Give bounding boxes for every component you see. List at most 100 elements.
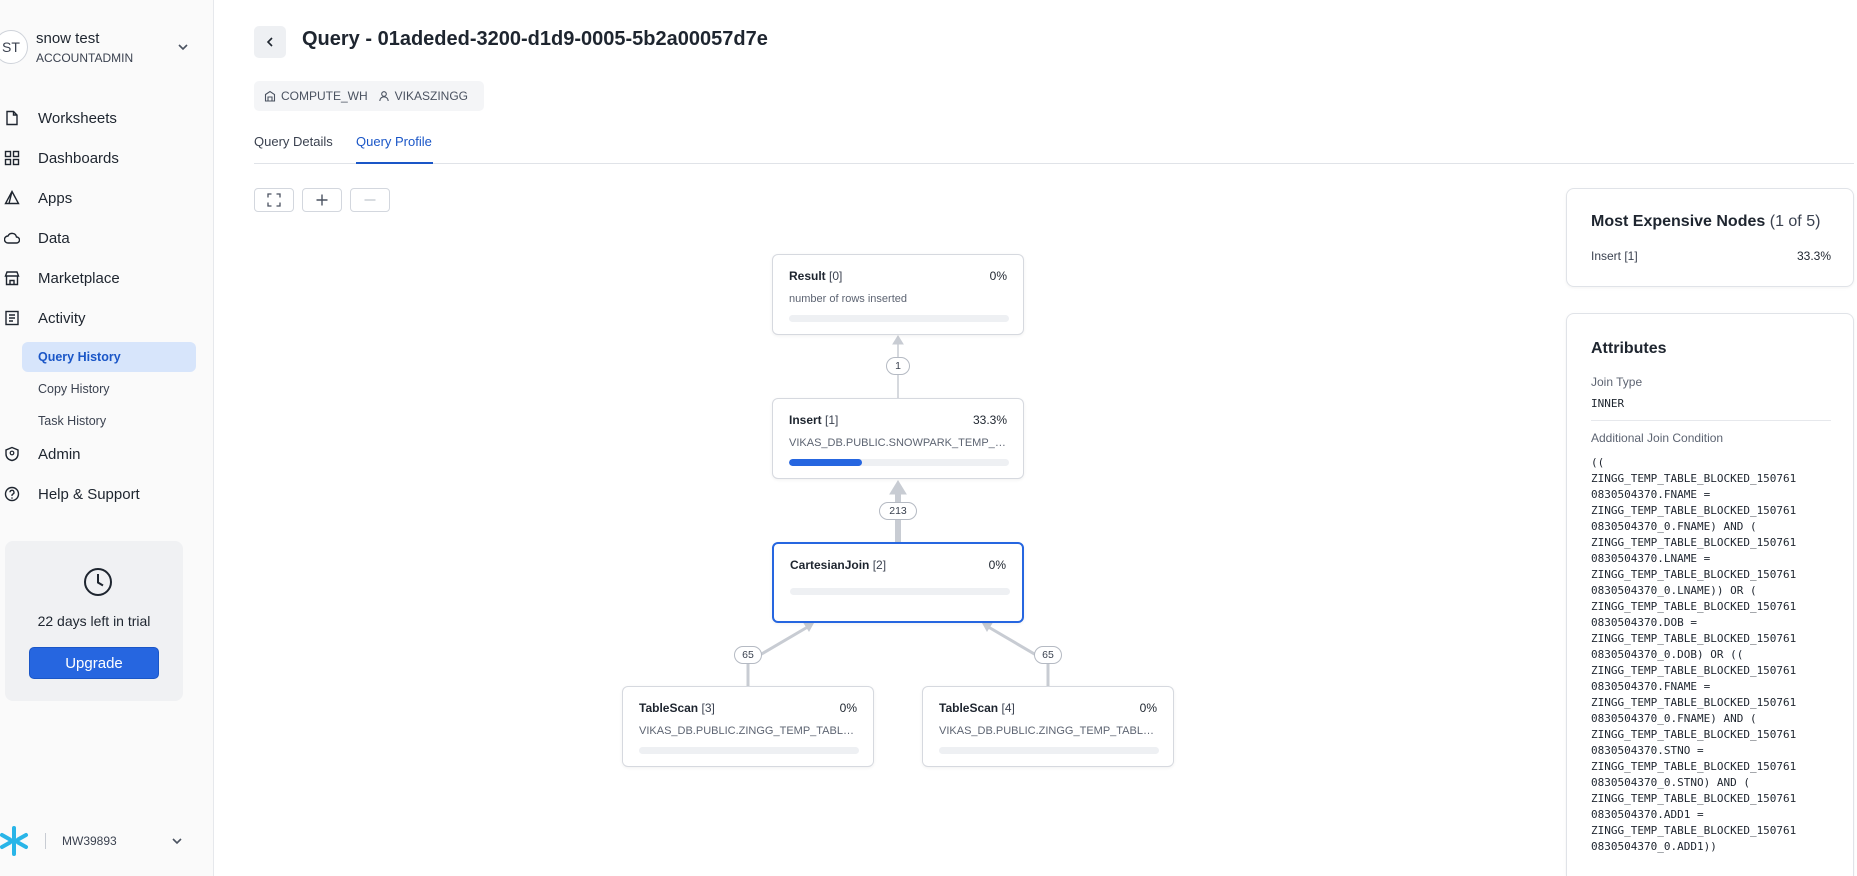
- sidebar-item-label: Admin: [38, 445, 81, 463]
- node-subtitle: number of rows inserted: [789, 293, 907, 305]
- zoom-out-button[interactable]: [350, 188, 390, 212]
- sidebar-item-task-history[interactable]: Task History: [22, 406, 196, 436]
- account-id: MW39893: [62, 834, 117, 848]
- divider: [1591, 420, 1831, 421]
- tab-query-profile[interactable]: Query Profile: [356, 134, 433, 164]
- user-role: ACCOUNTADMIN: [36, 51, 134, 65]
- node-progress-bar: [639, 747, 859, 754]
- account-bar: MW39893: [0, 824, 214, 858]
- panel-count: (1 of 5): [1769, 213, 1821, 230]
- node-subtitle: VIKAS_DB.PUBLIC.ZINGG_TEMP_TABLE_BLOCKED: [639, 725, 859, 737]
- node-percent: 0%: [839, 701, 857, 715]
- avatar: ST: [0, 30, 28, 64]
- cloud-icon: [4, 232, 20, 244]
- sidebar-item-label: Activity: [38, 309, 86, 327]
- warehouse-name: COMPUTE_WH: [281, 89, 368, 103]
- node-progress-bar: [939, 747, 1159, 754]
- sidebar-item-marketplace[interactable]: Marketplace: [0, 262, 214, 294]
- user-menu[interactable]: ST snow test ACCOUNTADMIN: [0, 26, 214, 70]
- snowflake-logo-icon: [0, 826, 28, 856]
- upgrade-button[interactable]: Upgrade: [29, 647, 159, 679]
- node-percent: 0%: [989, 269, 1007, 283]
- store-icon: [4, 271, 20, 286]
- back-button[interactable]: [254, 26, 286, 58]
- sidebar-item-label: Apps: [38, 189, 73, 207]
- edge-row-count: 65: [1034, 646, 1062, 664]
- join-type-label: Join Type: [1591, 375, 1643, 389]
- divider: [45, 833, 46, 849]
- panel-title: Most Expensive Nodes (1 of 5): [1591, 213, 1820, 231]
- node-name: TableScan: [639, 701, 699, 715]
- node-title: TableScan [3]: [639, 701, 715, 715]
- node-title: Result [0]: [789, 269, 842, 283]
- edge-arrow: [889, 480, 907, 495]
- sidebar-item-apps[interactable]: Apps: [0, 182, 214, 214]
- sidebar-item-label: Marketplace: [38, 269, 120, 287]
- edge-arrow: [803, 621, 815, 632]
- chevron-down-icon[interactable]: [170, 834, 184, 848]
- sidebar-item-label: Query History: [38, 350, 121, 364]
- sidebar-item-dashboards[interactable]: Dashboards: [0, 142, 214, 174]
- zoom-in-button[interactable]: [302, 188, 342, 212]
- edge-arrow: [981, 621, 993, 632]
- sidebar-item-label: Dashboards: [38, 149, 119, 167]
- sidebar-item-worksheets[interactable]: Worksheets: [0, 102, 214, 134]
- node-id: [4]: [1001, 701, 1015, 715]
- activity-icon: [5, 310, 19, 326]
- clock-icon: [84, 568, 112, 596]
- user-name: snow test: [36, 30, 100, 47]
- panel-title-text: Most Expensive Nodes: [1591, 213, 1766, 230]
- panel-title: Attributes: [1591, 340, 1667, 357]
- node-progress-bar: [790, 588, 1010, 595]
- graph-node-insert[interactable]: Insert [1] 33.3% VIKAS_DB.PUBLIC.SNOWPAR…: [772, 398, 1024, 479]
- graph-node-result[interactable]: Result [0] 0% number of rows inserted: [772, 254, 1024, 335]
- attributes-panel: Attributes Join Type INNER Additional Jo…: [1566, 313, 1854, 876]
- sidebar-item-data[interactable]: Data: [0, 222, 214, 254]
- edge-row-count: 65: [734, 646, 762, 664]
- node-subtitle: VIKAS_DB.PUBLIC.SNOWPARK_TEMP_TABLE: [789, 437, 1009, 449]
- graph-node-cartesian-join[interactable]: CartesianJoin [2] 0%: [772, 542, 1024, 623]
- sidebar-item-help[interactable]: Help & Support: [0, 478, 214, 510]
- fit-view-button[interactable]: [254, 188, 294, 212]
- sidebar-item-query-history[interactable]: Query History: [22, 342, 196, 372]
- sidebar-item-copy-history[interactable]: Copy History: [22, 374, 196, 404]
- query-meta: COMPUTE_WH VIKASZINGG: [254, 81, 484, 111]
- minus-icon: [364, 199, 376, 201]
- trial-text: 22 days left in trial: [37, 613, 151, 629]
- node-progress-bar: [789, 315, 1009, 322]
- dashboard-icon: [4, 150, 20, 166]
- apps-icon: [4, 190, 20, 205]
- node-percent: 0%: [1139, 701, 1157, 715]
- tab-query-details[interactable]: Query Details: [254, 134, 334, 164]
- node-id: [1]: [825, 413, 839, 427]
- sidebar-item-admin[interactable]: Admin: [0, 438, 214, 470]
- join-condition-value: (( ZINGG_TEMP_TABLE_BLOCKED_150761 08305…: [1591, 456, 1797, 853]
- node-title: CartesianJoin [2]: [790, 558, 886, 572]
- node-id: [2]: [872, 558, 887, 572]
- node-percent: 0%: [988, 558, 1006, 572]
- sidebar-item-label: Task History: [38, 414, 107, 428]
- sidebar-item-label: Worksheets: [38, 109, 117, 127]
- node-title: Insert [1]: [789, 413, 838, 427]
- node-id: [3]: [701, 701, 715, 715]
- node-name: Insert: [789, 413, 822, 427]
- edge-row-count: 213: [879, 502, 917, 520]
- graph-node-tablescan-4[interactable]: TableScan [4] 0% VIKAS_DB.PUBLIC.ZINGG_T…: [922, 686, 1174, 767]
- worksheet-icon: [6, 110, 18, 126]
- node-percent: 33.3%: [972, 413, 1007, 427]
- expensive-node-name: Insert [1]: [1591, 249, 1638, 263]
- expensive-node-row[interactable]: Insert [1] 33.3%: [1591, 249, 1831, 267]
- query-user: VIKASZINGG: [394, 89, 469, 103]
- node-title: TableScan [4]: [939, 701, 1015, 715]
- graph-node-tablescan-3[interactable]: TableScan [3] 0% VIKAS_DB.PUBLIC.ZINGG_T…: [622, 686, 874, 767]
- node-name: TableScan: [939, 701, 999, 715]
- plus-icon: [316, 194, 328, 206]
- most-expensive-nodes-panel: Most Expensive Nodes (1 of 5) Insert [1]…: [1566, 188, 1854, 287]
- edge-row-count: 1: [886, 357, 910, 375]
- sidebar-item-activity[interactable]: Activity: [0, 302, 214, 334]
- chevron-left-icon: [266, 37, 273, 47]
- node-id: [0]: [829, 269, 843, 283]
- expand-icon: [267, 193, 281, 207]
- tab-bar: Query Details Query Profile: [254, 134, 1854, 164]
- sidebar: ST snow test ACCOUNTADMIN Worksheets Das…: [0, 0, 214, 876]
